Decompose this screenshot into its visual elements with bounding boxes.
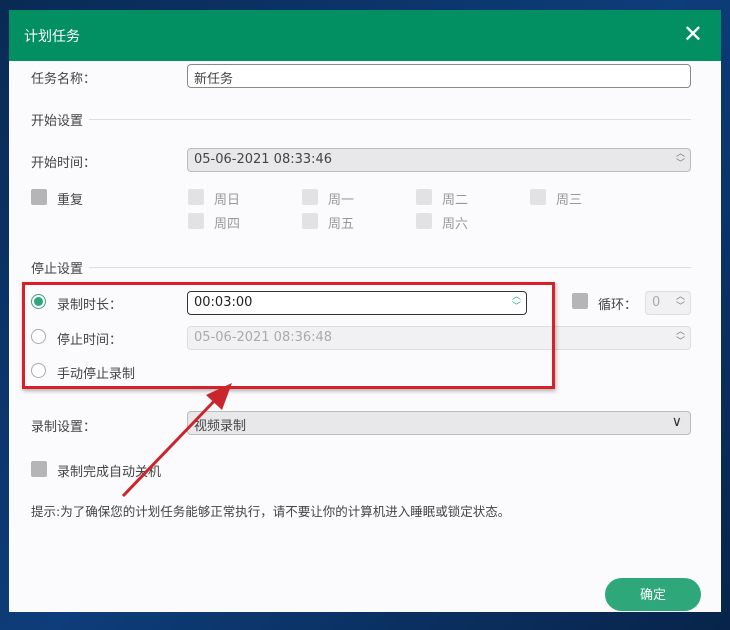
arrow-shaft <box>121 393 222 498</box>
annotation-arrow <box>121 383 232 498</box>
